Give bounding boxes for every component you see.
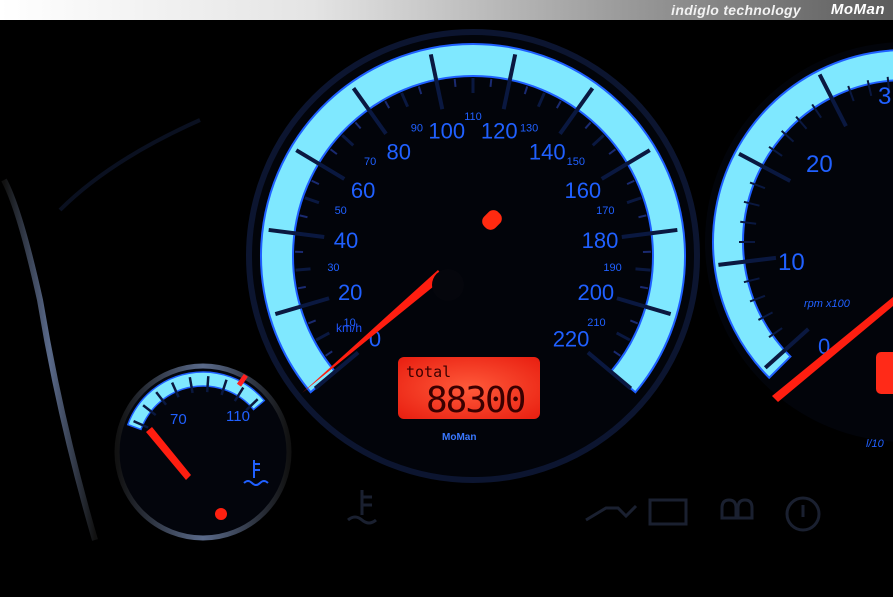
glow-plug-icon	[720, 498, 754, 520]
tach-label-20: 20	[806, 151, 833, 178]
temperature-gauge: 70 110	[114, 363, 292, 541]
battery-icon	[648, 498, 688, 526]
speed-tick	[635, 267, 651, 272]
speed-minor-label: 170	[596, 205, 614, 217]
tachometer: 10 20 3 0 rpm x100 l/10	[705, 42, 893, 450]
temp-tick	[205, 376, 210, 393]
speed-major-label: 120	[481, 119, 518, 144]
tach-label-10: 10	[778, 249, 805, 276]
temp-needle-hub	[215, 508, 227, 520]
speed-major-label: 60	[351, 178, 375, 203]
speed-tick	[453, 78, 457, 88]
speed-minor-label: 30	[327, 262, 339, 274]
fuel-consumption-label: l/10	[866, 438, 885, 450]
temp-label-110: 110	[226, 408, 250, 425]
speed-major-label: 80	[387, 140, 411, 165]
oil-can-icon	[585, 504, 638, 522]
tach-red-display	[876, 352, 893, 394]
coolant-temperature-icon	[347, 490, 377, 525]
speed-minor-label: 110	[464, 111, 482, 123]
tach-unit-label: rpm x100	[804, 298, 851, 310]
speed-tick	[295, 267, 311, 272]
warning-lamps	[347, 490, 821, 532]
speed-major-label: 40	[334, 228, 358, 253]
tach-label-30: 3	[878, 83, 891, 110]
top-banner: indiglo technology MoMan	[0, 0, 893, 20]
speed-minor-label: 90	[411, 123, 423, 135]
speed-unit-label: km/h	[336, 321, 362, 335]
speed-major-label: 200	[577, 280, 614, 305]
speed-minor-label: 150	[567, 156, 585, 168]
speed-major-label: 100	[428, 119, 465, 144]
speed-major-label: 220	[553, 326, 590, 351]
speed-minor-label: 210	[587, 317, 605, 329]
banner-tagline: indiglo technology	[671, 2, 801, 18]
speed-tick	[297, 285, 307, 290]
brand-badge: MoMan	[442, 432, 476, 443]
speed-minor-label: 50	[335, 205, 347, 217]
speed-major-label: 140	[529, 140, 566, 165]
odometer-caption: total	[406, 363, 451, 381]
left-bezel-inner	[58, 118, 201, 212]
speed-tick	[639, 285, 649, 290]
speed-major-label: 160	[564, 178, 601, 203]
odometer-value: 88300	[426, 380, 525, 421]
speedometer: 020406080100 1201401601802002201030507090…	[246, 29, 700, 483]
left-bezel-trim	[1, 178, 98, 541]
speed-minor-label: 190	[603, 262, 621, 274]
banner-brand: MoMan	[830, 1, 885, 18]
dashboard-photo: 020406080100 1201401601802002201030507090…	[1, 29, 893, 541]
speed-minor-label: 130	[520, 123, 538, 135]
speed-minor-label: 70	[364, 156, 376, 168]
speed-major-label: 180	[582, 228, 619, 253]
temp-label-70: 70	[170, 411, 187, 428]
speed-major-label: 20	[338, 280, 362, 305]
speed-tick	[489, 78, 493, 88]
brake-warning-icon	[785, 496, 821, 532]
